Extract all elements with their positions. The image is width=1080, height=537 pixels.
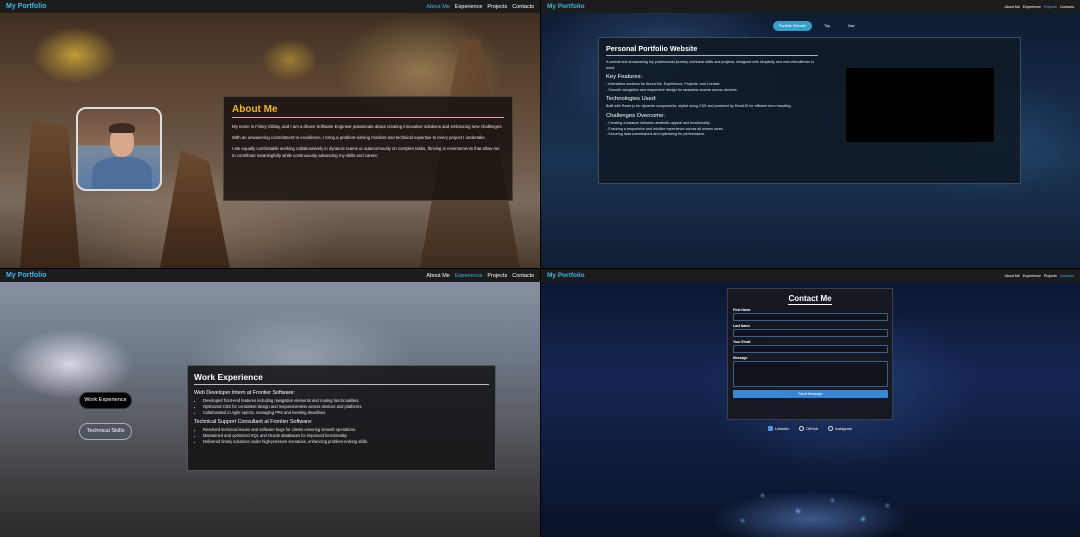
send-message-button[interactable]: Send Message <box>733 390 888 398</box>
nav-experience[interactable]: Experience <box>455 4 483 10</box>
top-nav: My Portfolio About Me Experience Project… <box>541 269 1080 282</box>
nav-about[interactable]: About Me <box>426 273 450 279</box>
features-heading: Key Features: <box>606 74 643 81</box>
github-icon <box>799 426 805 431</box>
nav-experience[interactable]: Experience <box>1023 5 1041 9</box>
message-input[interactable] <box>733 361 888 387</box>
nav-contacts[interactable]: Contacts <box>1060 274 1074 278</box>
list-item: - Smooth navigation and responsive desig… <box>606 87 738 92</box>
experience-card: Work Experience Web Developer Intern at … <box>187 365 496 471</box>
message-label: Message <box>733 356 748 360</box>
nav-contacts[interactable]: Contacts <box>512 273 534 279</box>
list-item: Delivered timely solutions under high-pr… <box>203 439 489 445</box>
tech-heading: Technologies Used: <box>606 96 657 103</box>
nav-contacts[interactable]: Contacts <box>1060 5 1074 9</box>
nav-projects[interactable]: Projects <box>1044 274 1057 278</box>
list-item: Collaborated in Agile sprints, managing … <box>203 410 489 416</box>
project-video[interactable] <box>846 68 994 142</box>
github-label: GitHub <box>806 426 819 431</box>
project-tabs: Portfolio Website Trip Nav <box>773 21 861 31</box>
about-paragraph: My name is Finley Gilday, and I am a dri… <box>232 124 503 129</box>
social-links: LinkedIn GitHub Instagram <box>768 426 852 431</box>
github-link[interactable]: GitHub <box>799 426 818 431</box>
linkedin-link[interactable]: LinkedIn <box>768 426 789 431</box>
technical-skills-button[interactable]: Technical Skills <box>79 423 132 440</box>
job-title: Technical Support Consultant at Frontier… <box>194 419 313 425</box>
nav-contacts[interactable]: Contacts <box>512 4 534 10</box>
brand-logo[interactable]: My Portfolio <box>6 3 46 10</box>
top-nav: My Portfolio About Me Experience Project… <box>541 0 1080 13</box>
tab-portfolio-website[interactable]: Portfolio Website <box>773 21 813 31</box>
contact-title: Contact Me <box>788 294 832 305</box>
instagram-label: Instagram <box>835 426 853 431</box>
nav-experience[interactable]: Experience <box>455 273 483 279</box>
about-card: About Me My name is Finley Gilday, and I… <box>223 96 513 201</box>
about-paragraph: I am equally comfortable working collabo… <box>232 146 500 158</box>
email-input[interactable] <box>733 345 888 353</box>
nav-projects[interactable]: Projects <box>487 4 507 10</box>
brand-logo[interactable]: My Portfolio <box>547 3 585 10</box>
nav-experience[interactable]: Experience <box>1023 274 1041 278</box>
about-paragraph: With an unwavering commitment to excelle… <box>232 135 486 140</box>
screen-contact: My Portfolio About Me Experience Project… <box>541 269 1080 537</box>
project-title: Personal Portfolio Website <box>606 44 818 56</box>
tab-trip[interactable]: Trip <box>818 21 836 31</box>
profile-photo <box>76 107 162 191</box>
nav-projects[interactable]: Projects <box>487 273 507 279</box>
linkedin-icon <box>768 426 773 431</box>
work-experience-button[interactable]: Work Experience <box>79 392 132 409</box>
job-title: Web Developer Intern at Frontier Softwar… <box>194 390 295 396</box>
last-name-input[interactable] <box>733 329 888 337</box>
instagram-link[interactable]: Instagram <box>828 426 852 431</box>
nav-about[interactable]: About Me <box>1004 274 1019 278</box>
email-label: Your Email <box>733 340 751 344</box>
nav-projects[interactable]: Projects <box>1044 5 1057 9</box>
screen-about: My Portfolio About Me Experience Project… <box>0 0 540 268</box>
top-nav: My Portfolio About Me Experience Project… <box>0 0 540 13</box>
top-nav: My Portfolio About Me Experience Project… <box>0 269 540 282</box>
instagram-icon <box>828 426 834 431</box>
project-intro: A central hub showcasing my professional… <box>606 60 814 70</box>
contact-form: Contact Me First Name Last Name Your Ema… <box>727 288 893 420</box>
tab-nav[interactable]: Nav <box>842 21 860 31</box>
last-name-label: Last Name <box>733 324 751 328</box>
tech-text: Built with React js for dynamic componen… <box>606 104 792 109</box>
experience-title: Work Experience <box>194 372 489 385</box>
brand-logo[interactable]: My Portfolio <box>6 272 46 279</box>
challenges-heading: Challenges Overcome: <box>606 112 665 119</box>
screen-projects: My Portfolio About Me Experience Project… <box>541 0 1080 268</box>
linkedin-label: LinkedIn <box>775 426 790 431</box>
screen-experience: My Portfolio About Me Experience Project… <box>0 269 540 537</box>
list-item: - Securing data submissions and optimizi… <box>606 132 706 137</box>
first-name-label: First Name <box>733 308 751 312</box>
brand-logo[interactable]: My Portfolio <box>547 272 585 279</box>
nav-about[interactable]: About Me <box>1004 5 1019 9</box>
about-title: About Me <box>232 104 504 118</box>
project-card: Personal Portfolio Website A central hub… <box>598 37 1021 184</box>
first-name-input[interactable] <box>733 313 888 321</box>
nav-about[interactable]: About Me <box>426 4 450 10</box>
